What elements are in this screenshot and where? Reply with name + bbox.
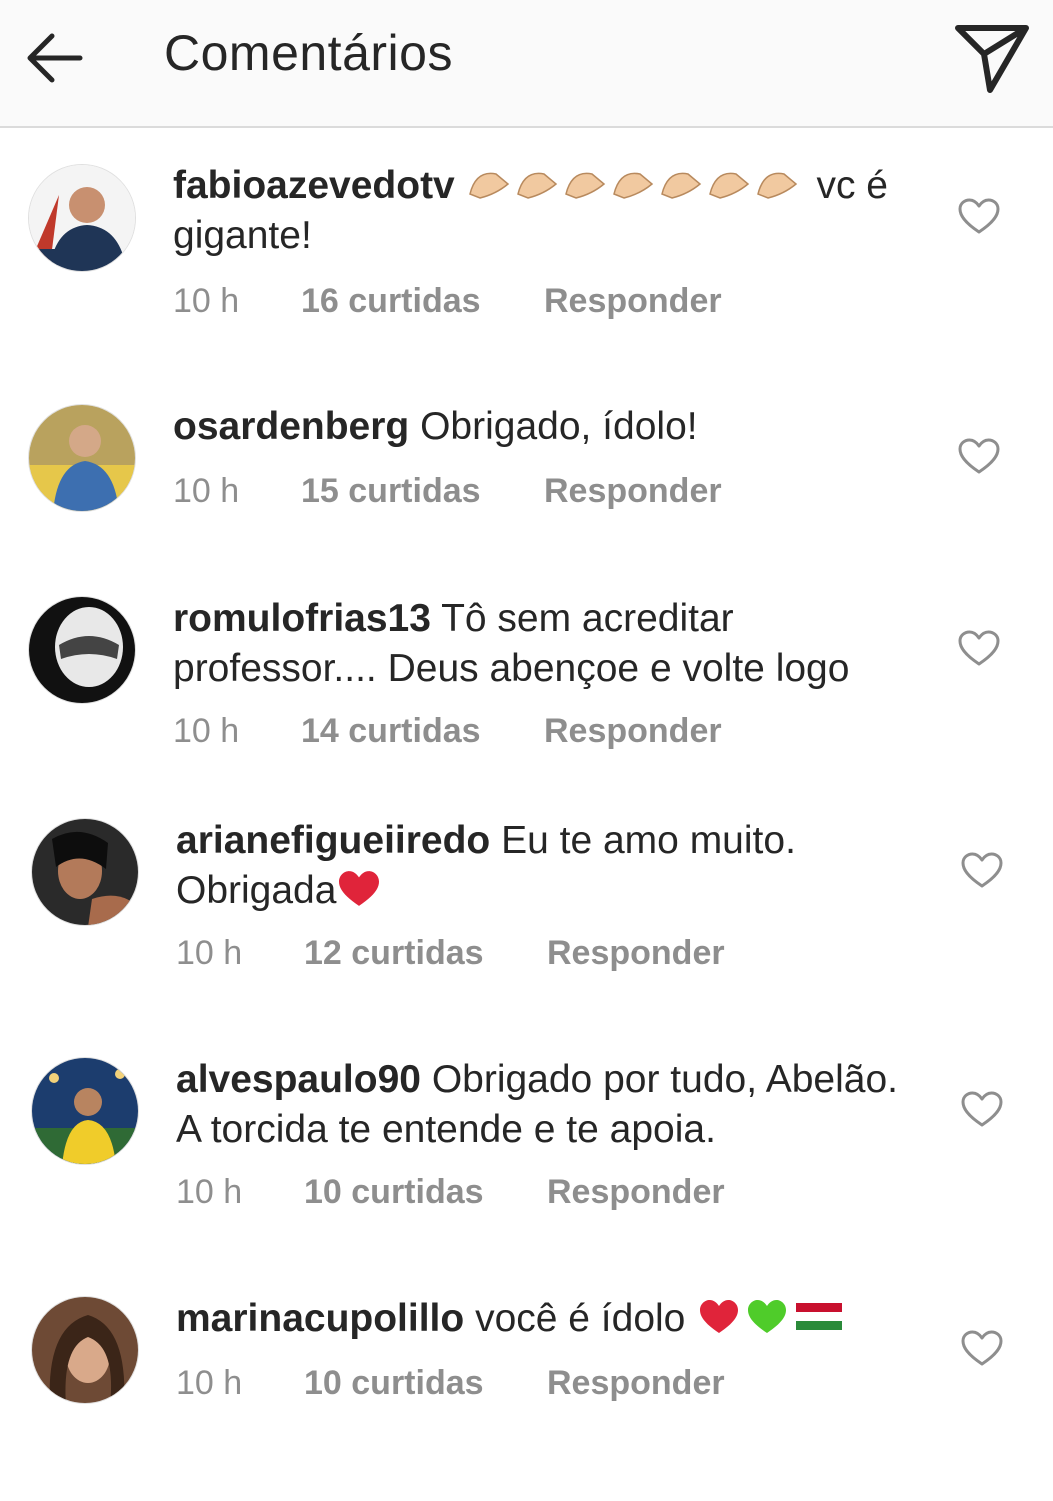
heart-icon[interactable]: [961, 1091, 1003, 1129]
heart-icon[interactable]: [958, 630, 1000, 668]
back-arrow-icon[interactable]: [22, 26, 86, 90]
avatar[interactable]: [28, 404, 136, 512]
avatar[interactable]: [31, 1296, 139, 1404]
comment-meta: 10 h 10 curtidas Responder: [176, 1173, 725, 1212]
comment-text: osardenberg Obrigado, ídolo!: [173, 402, 913, 452]
comment-likes[interactable]: 12 curtidas: [304, 934, 547, 973]
comment-time: 10 h: [173, 282, 240, 320]
comment-time: 10 h: [176, 1173, 243, 1211]
comment-likes[interactable]: 10 curtidas: [304, 1173, 547, 1212]
comment-text: marinacupolillo você é ídolo: [176, 1294, 916, 1344]
comment-text: fabioazevedotv vc é gigante!: [173, 160, 913, 261]
comment-username[interactable]: romulofrias13: [173, 597, 431, 640]
comment-username[interactable]: osardenberg: [173, 405, 409, 448]
avatar[interactable]: [31, 1057, 139, 1165]
reply-button[interactable]: Responder: [544, 472, 722, 511]
comment-content: você é ídolo: [475, 1297, 686, 1340]
comment-likes[interactable]: 14 curtidas: [301, 712, 544, 751]
heart-emojis: [696, 1297, 846, 1340]
reply-button[interactable]: Responder: [544, 712, 722, 751]
comment-time: 10 h: [173, 712, 240, 750]
comment-username[interactable]: fabioazevedotv: [173, 164, 455, 207]
comment-username[interactable]: marinacupolillo: [176, 1297, 464, 1340]
reply-button[interactable]: Responder: [547, 934, 725, 973]
reply-button[interactable]: Responder: [547, 1364, 725, 1403]
comment-meta: 10 h 12 curtidas Responder: [176, 934, 725, 973]
clapping-hands-emoji: [466, 164, 817, 207]
comment-time: 10 h: [173, 472, 240, 510]
comment-time: 10 h: [176, 934, 243, 972]
reply-button[interactable]: Responder: [544, 282, 722, 321]
comment-time: 10 h: [176, 1364, 243, 1402]
heart-icon[interactable]: [961, 1330, 1003, 1368]
page-title: Comentários: [164, 25, 453, 81]
comment-meta: 10 h 15 curtidas Responder: [173, 472, 722, 511]
comment-meta: 10 h 10 curtidas Responder: [176, 1364, 725, 1403]
comment-meta: 10 h 16 curtidas Responder: [173, 282, 722, 321]
comment-likes[interactable]: 15 curtidas: [301, 472, 544, 511]
comment-likes[interactable]: 10 curtidas: [304, 1364, 547, 1403]
comment-username[interactable]: alvespaulo90: [176, 1058, 421, 1101]
comment-username[interactable]: arianefigueiiredo: [176, 819, 490, 862]
red-heart-emoji: [336, 869, 382, 912]
avatar[interactable]: [28, 164, 136, 272]
comment-likes[interactable]: 16 curtidas: [301, 282, 544, 321]
avatar[interactable]: [28, 596, 136, 704]
heart-icon[interactable]: [961, 852, 1003, 890]
comment-content: Obrigado, ídolo!: [420, 405, 698, 448]
avatar[interactable]: [31, 818, 139, 926]
comment-text: arianefigueiiredo Eu te amo muito. Obrig…: [176, 816, 916, 916]
heart-icon[interactable]: [958, 438, 1000, 476]
comment-text: romulofrias13 Tô sem acreditar professor…: [173, 594, 913, 694]
comment-text: alvespaulo90 Obrigado por tudo, Abelão. …: [176, 1055, 916, 1155]
direct-send-icon[interactable]: [950, 20, 1034, 96]
reply-button[interactable]: Responder: [547, 1173, 725, 1212]
comment-meta: 10 h 14 curtidas Responder: [173, 712, 722, 751]
heart-icon[interactable]: [958, 198, 1000, 236]
top-bar: Comentários: [0, 0, 1053, 128]
